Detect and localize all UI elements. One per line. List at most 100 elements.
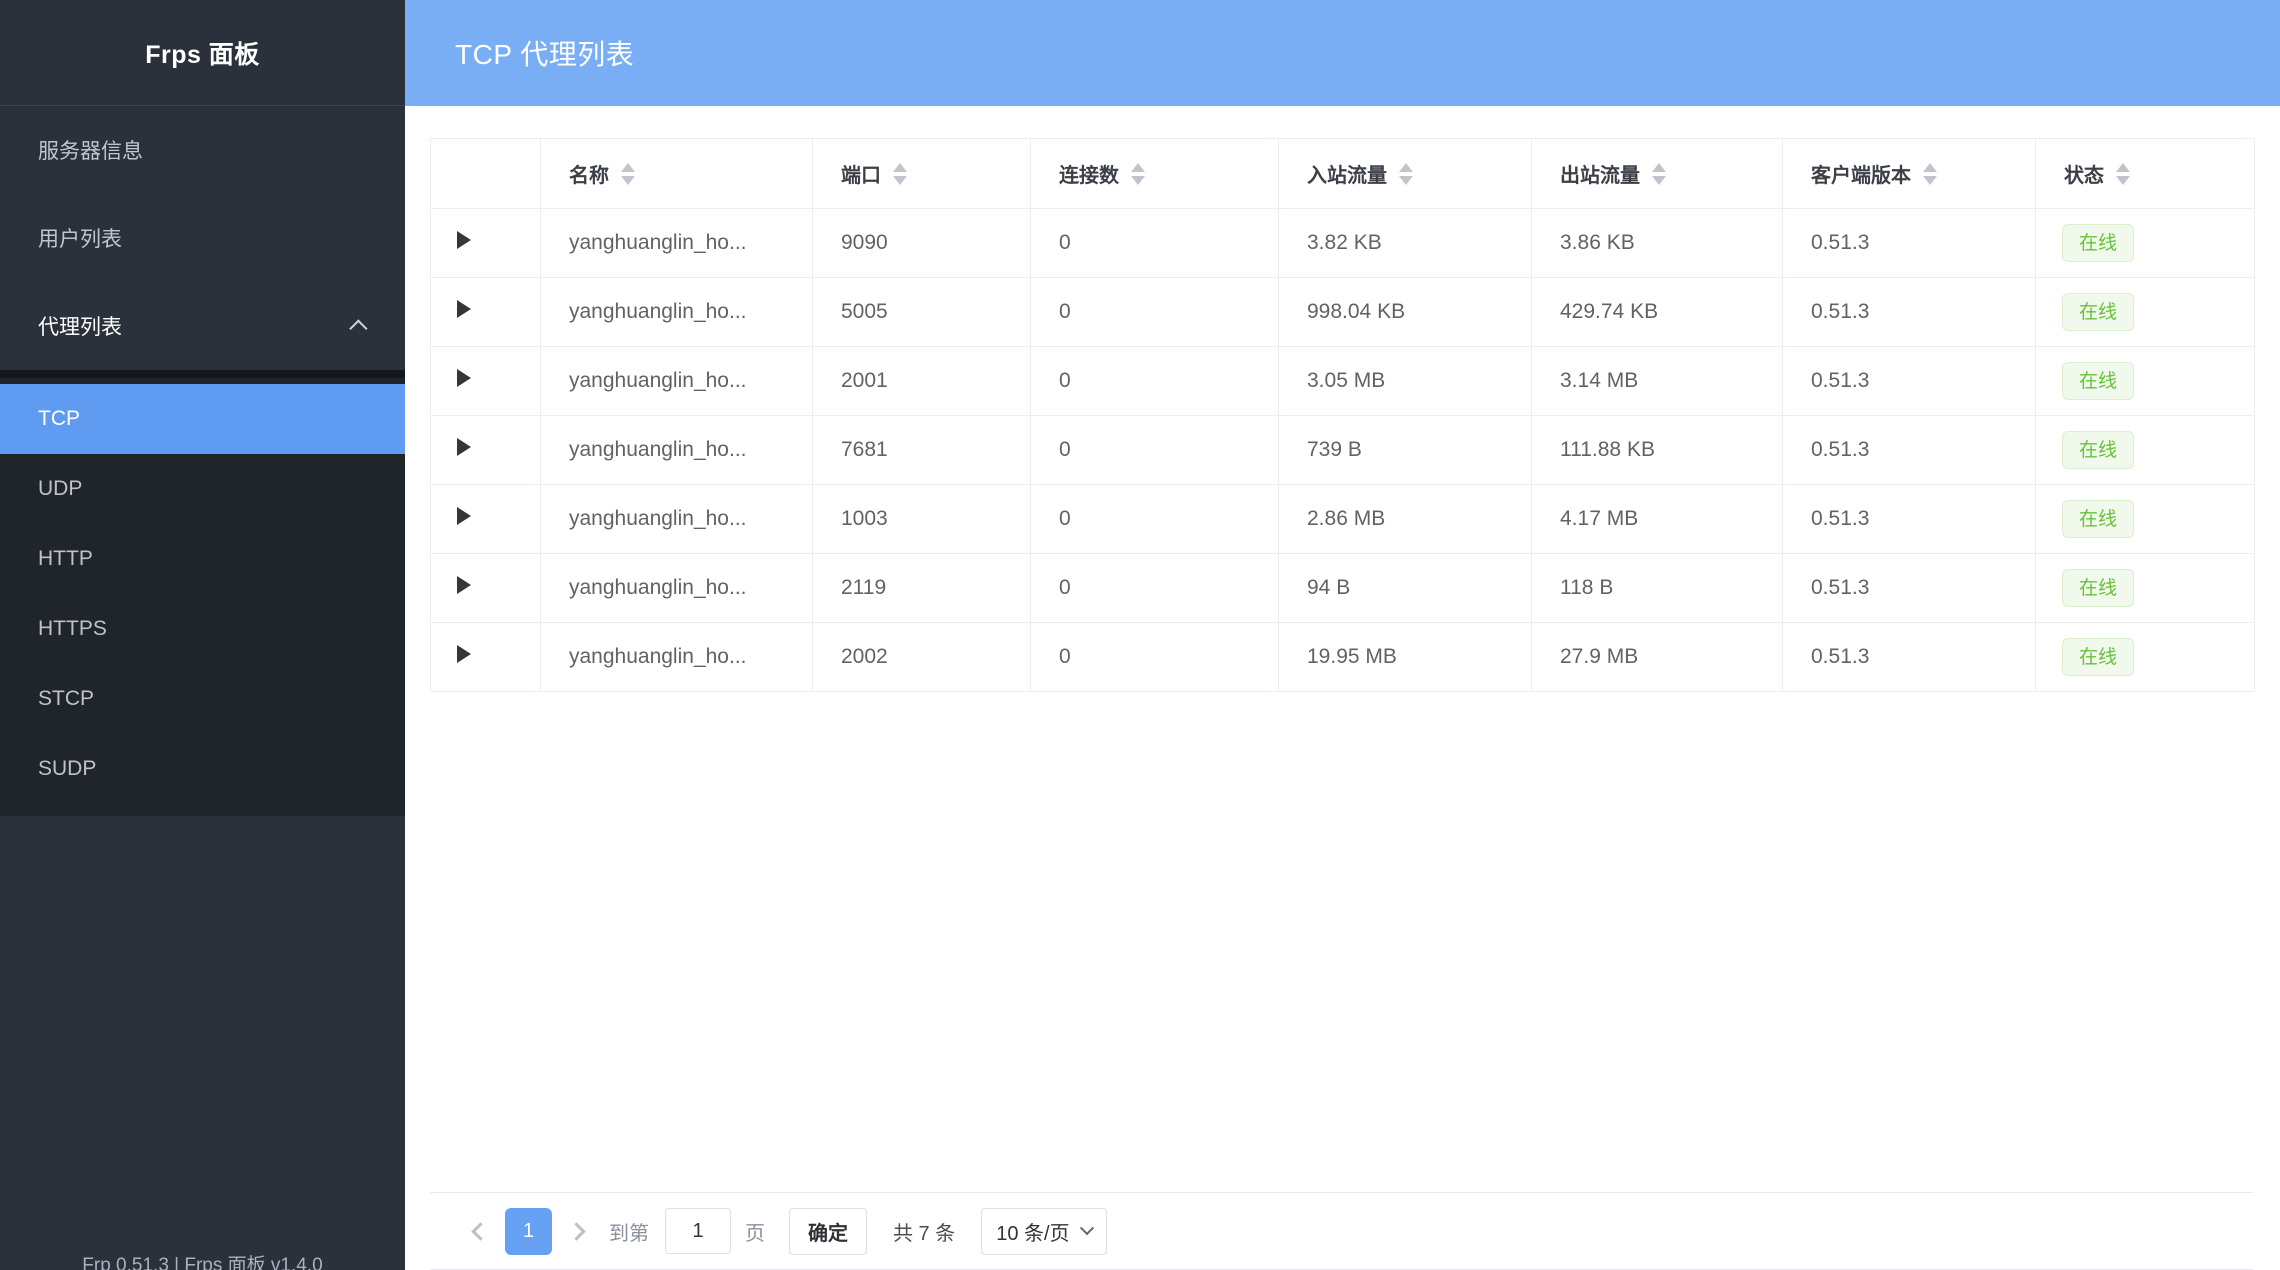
sort-icon: [2116, 163, 2130, 185]
chevron-down-icon: [1080, 1221, 1094, 1235]
col-client-version[interactable]: 客户端版本: [1783, 139, 2036, 209]
expand-row-icon[interactable]: [457, 369, 471, 387]
page-title: TCP 代理列表: [455, 33, 634, 73]
proxy-submenu: TCP UDP HTTP HTTPS STCP SUDP: [0, 370, 405, 816]
cell-connections: 0: [1031, 554, 1279, 623]
confirm-button[interactable]: 确定: [789, 1208, 867, 1255]
sort-icon: [1131, 163, 1145, 185]
main-area: 名称 端口 连接数 入站流量 出站流量 客户端版本 状态 yanghuangl: [405, 106, 2280, 1270]
table-row: yanghuanglin_ho... 5005 0 998.04 KB 429.…: [431, 278, 2255, 347]
sidebar-item-server-info[interactable]: 服务器信息: [0, 106, 405, 194]
submenu-label: TCP: [38, 407, 80, 431]
cell-port: 5005: [813, 278, 1031, 347]
sidebar-item-tcp[interactable]: TCP: [0, 384, 405, 454]
cell-port: 2001: [813, 347, 1031, 416]
cell-port: 2002: [813, 623, 1031, 692]
cell-connections: 0: [1031, 209, 1279, 278]
sort-icon: [621, 163, 635, 185]
col-traffic-in[interactable]: 入站流量: [1279, 139, 1532, 209]
empty-space: [405, 692, 2280, 1192]
col-port[interactable]: 端口: [813, 139, 1031, 209]
page-size-select[interactable]: 10 条/页: [981, 1208, 1106, 1255]
table-row: yanghuanglin_ho... 2119 0 94 B 118 B 0.5…: [431, 554, 2255, 623]
prev-page-icon[interactable]: [471, 1222, 489, 1240]
cell-connections: 0: [1031, 623, 1279, 692]
submenu-label: UDP: [38, 477, 82, 501]
cell-traffic-out: 27.9 MB: [1532, 623, 1783, 692]
content: TCP 代理列表 名称 端口 连接数 入站流量: [405, 0, 2280, 1270]
jump-suffix-label: 页: [745, 1217, 765, 1246]
cell-traffic-out: 429.74 KB: [1532, 278, 1783, 347]
cell-port: 1003: [813, 485, 1031, 554]
col-label: 端口: [841, 159, 881, 188]
page-jump-input[interactable]: [665, 1208, 731, 1254]
col-expand: [431, 139, 541, 209]
cell-name: yanghuanglin_ho...: [541, 416, 813, 485]
expand-row-icon[interactable]: [457, 231, 471, 249]
table-row: yanghuanglin_ho... 9090 0 3.82 KB 3.86 K…: [431, 209, 2255, 278]
col-name[interactable]: 名称: [541, 139, 813, 209]
col-label: 名称: [569, 159, 609, 188]
cell-connections: 0: [1031, 485, 1279, 554]
proxy-table-wrap: 名称 端口 连接数 入站流量 出站流量 客户端版本 状态 yanghuangl: [430, 138, 2253, 692]
cell-port: 9090: [813, 209, 1031, 278]
cell-traffic-in: 19.95 MB: [1279, 623, 1532, 692]
status-badge: 在线: [2062, 431, 2134, 469]
status-badge: 在线: [2062, 569, 2134, 607]
next-page-icon[interactable]: [567, 1222, 585, 1240]
cell-traffic-in: 2.86 MB: [1279, 485, 1532, 554]
cell-name: yanghuanglin_ho...: [541, 347, 813, 416]
expand-row-icon[interactable]: [457, 507, 471, 525]
sidebar-item-sudp[interactable]: SUDP: [0, 734, 405, 804]
sidebar-item-label: 服务器信息: [38, 135, 143, 165]
expand-row-icon[interactable]: [457, 300, 471, 318]
submenu-label: SUDP: [38, 757, 96, 781]
proxy-table: 名称 端口 连接数 入站流量 出站流量 客户端版本 状态 yanghuangl: [430, 138, 2255, 692]
cell-traffic-in: 3.82 KB: [1279, 209, 1532, 278]
col-label: 连接数: [1059, 159, 1119, 188]
sidebar-item-proxy-list[interactable]: 代理列表: [0, 282, 405, 370]
cell-traffic-out: 111.88 KB: [1532, 416, 1783, 485]
cell-version: 0.51.3: [1783, 209, 2036, 278]
sidebar-item-udp[interactable]: UDP: [0, 454, 405, 524]
col-connections[interactable]: 连接数: [1031, 139, 1279, 209]
cell-version: 0.51.3: [1783, 554, 2036, 623]
sort-icon: [1652, 163, 1666, 185]
sidebar-item-user-list[interactable]: 用户列表: [0, 194, 405, 282]
col-label: 入站流量: [1307, 159, 1387, 188]
cell-name: yanghuanglin_ho...: [541, 554, 813, 623]
app-root: Frps 面板 服务器信息 用户列表 代理列表 TCP UDP HTTP: [0, 0, 2280, 1270]
submenu-label: HTTP: [38, 547, 93, 571]
chevron-up-icon: [349, 319, 367, 337]
sidebar-item-http[interactable]: HTTP: [0, 524, 405, 594]
expand-row-icon[interactable]: [457, 576, 471, 594]
cell-traffic-in: 739 B: [1279, 416, 1532, 485]
cell-traffic-in: 94 B: [1279, 554, 1532, 623]
submenu-label: HTTPS: [38, 617, 107, 641]
col-label: 出站流量: [1560, 159, 1640, 188]
cell-connections: 0: [1031, 416, 1279, 485]
cell-version: 0.51.3: [1783, 485, 2036, 554]
cell-name: yanghuanglin_ho...: [541, 623, 813, 692]
app-title: Frps 面板: [0, 0, 405, 106]
status-badge: 在线: [2062, 638, 2134, 676]
sidebar-item-stcp[interactable]: STCP: [0, 664, 405, 734]
col-status[interactable]: 状态: [2036, 139, 2255, 209]
cell-connections: 0: [1031, 347, 1279, 416]
cell-traffic-out: 3.86 KB: [1532, 209, 1783, 278]
expand-row-icon[interactable]: [457, 438, 471, 456]
expand-row-icon[interactable]: [457, 645, 471, 663]
topbar: TCP 代理列表: [405, 0, 2280, 106]
sidebar-nav: 服务器信息 用户列表 代理列表 TCP UDP HTTP H: [0, 106, 405, 816]
col-traffic-out[interactable]: 出站流量: [1532, 139, 1783, 209]
status-badge: 在线: [2062, 500, 2134, 538]
current-page-button[interactable]: 1: [505, 1208, 552, 1255]
cell-port: 7681: [813, 416, 1031, 485]
sidebar-item-https[interactable]: HTTPS: [0, 594, 405, 664]
cell-traffic-in: 998.04 KB: [1279, 278, 1532, 347]
version-footer: Frp 0.51.3 | Frps 面板 v1.4.0: [0, 1254, 405, 1270]
cell-traffic-out: 4.17 MB: [1532, 485, 1783, 554]
cell-version: 0.51.3: [1783, 416, 2036, 485]
cell-connections: 0: [1031, 278, 1279, 347]
table-row: yanghuanglin_ho... 1003 0 2.86 MB 4.17 M…: [431, 485, 2255, 554]
